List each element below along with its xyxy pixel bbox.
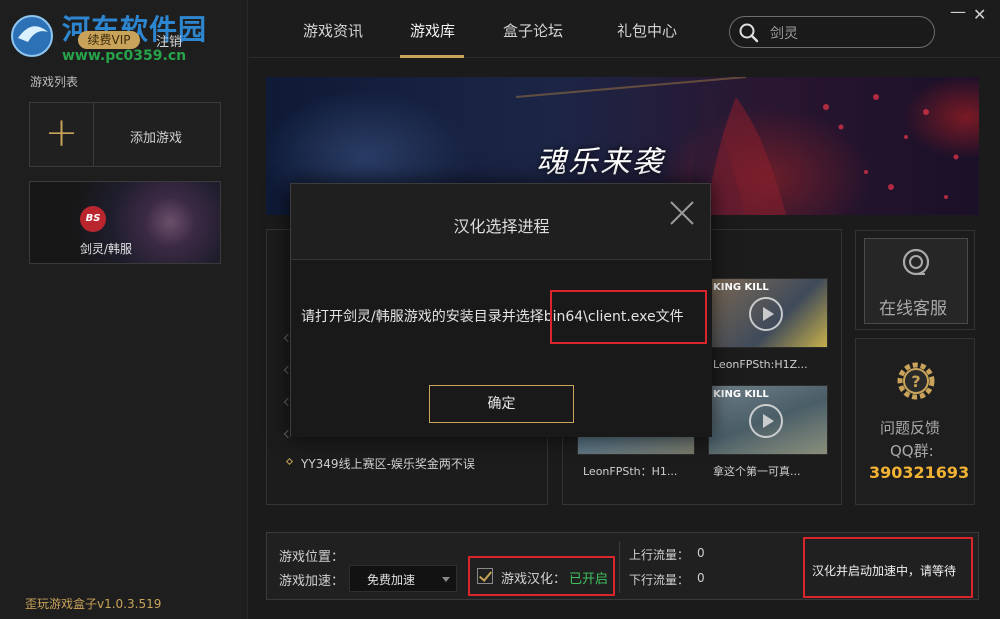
news-bullet-icon xyxy=(285,457,294,466)
qq-group-number: 390321693 xyxy=(869,463,970,482)
online-service-box[interactable]: 在线客服 xyxy=(855,230,975,330)
download-value: 0 xyxy=(697,571,705,585)
video-caption[interactable]: LeonFPSth:H1Z... xyxy=(713,358,831,371)
svg-text:?: ? xyxy=(911,372,920,391)
game-position-label: 游戏位置： xyxy=(279,550,345,565)
search-input[interactable] xyxy=(770,23,920,43)
upload-value: 0 xyxy=(697,546,705,560)
thumb-text: KING KILL xyxy=(713,282,769,293)
status-message: 汉化并启动加速中，请等待 xyxy=(812,564,957,578)
accel-mode-select[interactable]: 免费加速 xyxy=(349,565,457,592)
question-gear-icon: ? xyxy=(897,362,935,400)
download-label: 下行流量： xyxy=(629,573,690,587)
close-icon[interactable] xyxy=(669,200,695,226)
video-thumbnail[interactable]: KING KILL xyxy=(708,385,828,455)
video-thumbnail[interactable]: KING KILL xyxy=(708,278,828,348)
game-logo-icon: BS xyxy=(80,206,106,232)
dialog-message-prefix: 请打开剑灵/韩服游戏的安装目录并选择 xyxy=(301,309,544,325)
tab-gift-center[interactable]: 礼包中心 xyxy=(617,20,677,41)
online-service-label: 在线客服 xyxy=(879,299,947,319)
play-icon[interactable] xyxy=(749,404,783,438)
video-caption[interactable]: LeonFPSth：H1... xyxy=(583,463,693,479)
tab-game-news[interactable]: 游戏资讯 xyxy=(303,20,363,41)
top-nav: 游戏资讯 游戏库 盒子论坛 礼包中心 xyxy=(249,0,1000,58)
add-game-label: 添加游戏 xyxy=(130,131,183,146)
search-box[interactable] xyxy=(729,16,935,48)
dialog-title: 汉化选择进程 xyxy=(453,217,550,236)
localize-process-dialog: 汉化选择进程 请打开剑灵/韩服游戏的安装目录并选择bin64\client.ex… xyxy=(290,183,712,437)
divider xyxy=(619,541,620,593)
game-accel-label: 游戏加速： xyxy=(279,574,345,589)
localize-highlight: 游戏汉化： 已开启 xyxy=(468,556,615,596)
status-panel: 游戏位置： 游戏加速： 免费加速 游戏汉化： 已开启 上行流量： 0 下行流量：… xyxy=(266,532,979,600)
banner-title: 魂乐来袭 xyxy=(536,145,664,180)
game-card-blade-soul[interactable]: BS 剑灵/韩服 xyxy=(29,181,221,264)
headset-icon xyxy=(902,248,930,276)
qq-group-label: QQ群: xyxy=(890,442,934,460)
confirm-button[interactable]: 确定 xyxy=(429,385,574,423)
play-icon[interactable] xyxy=(749,297,783,331)
feedback-box: ? 问题反馈 QQ群: 390321693 xyxy=(855,338,975,505)
active-tab-indicator xyxy=(400,55,464,58)
game-list-title: 游戏列表 xyxy=(30,75,79,89)
chevron-down-icon[interactable] xyxy=(442,577,450,582)
online-service-button[interactable]: 在线客服 xyxy=(864,238,968,324)
status-highlight: 汉化并启动加速中，请等待 xyxy=(803,537,973,598)
video-caption[interactable]: 拿这个第一可真... xyxy=(713,463,831,479)
localize-label: 游戏汉化： xyxy=(501,572,567,587)
app-version: 歪玩游戏盒子v1.0.3.519 xyxy=(25,597,162,611)
localize-checkbox[interactable] xyxy=(477,568,493,584)
watermark-url: www.pc0359.cn xyxy=(62,48,187,64)
dialog-body: 请打开剑灵/韩服游戏的安装目录并选择bin64\client.exe文件 确定 xyxy=(291,260,712,437)
vip-renew-button[interactable]: 续费VIP xyxy=(78,31,140,49)
tab-forum[interactable]: 盒子论坛 xyxy=(503,20,563,41)
feedback-title: 问题反馈 xyxy=(880,419,941,437)
game-card-label: 剑灵/韩服 xyxy=(80,242,133,256)
search-icon[interactable] xyxy=(738,22,760,44)
upload-label: 上行流量： xyxy=(629,548,690,562)
minimize-icon[interactable]: — xyxy=(950,4,966,22)
path-highlight xyxy=(550,290,707,344)
close-icon[interactable]: ✕ xyxy=(973,5,986,24)
app-logo-icon xyxy=(11,15,53,57)
thumb-text: KING KILL xyxy=(713,389,769,400)
add-game-button[interactable]: + 添加游戏 xyxy=(29,102,221,167)
localize-status: 已开启 xyxy=(569,572,609,587)
plus-icon: + xyxy=(30,103,94,166)
news-item[interactable]: YY349线上赛区-娱乐奖金两不误 xyxy=(301,455,475,472)
sidebar: 河东软件园 续费VIP 注销 www.pc0359.cn 游戏列表 + 添加游戏… xyxy=(0,0,248,619)
accel-mode-value: 免费加速 xyxy=(367,573,416,587)
tab-game-library[interactable]: 游戏库 xyxy=(410,20,455,41)
